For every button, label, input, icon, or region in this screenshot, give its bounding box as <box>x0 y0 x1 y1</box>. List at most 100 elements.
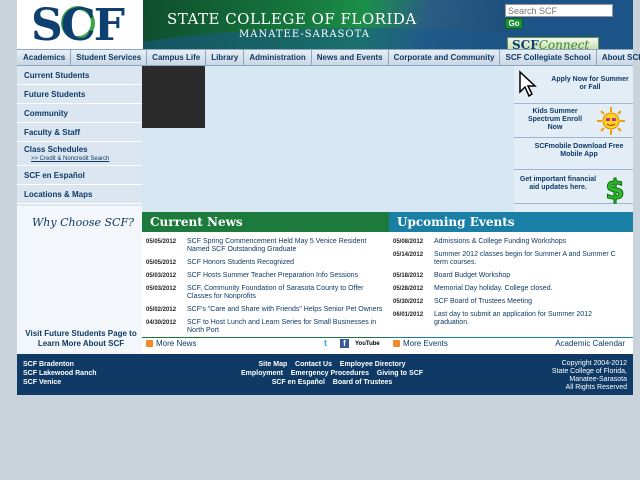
event-title[interactable]: Summer 2012 classes begin for Summer A a… <box>434 251 633 267</box>
footer-link-board-of-trustees[interactable]: Board of Trustees <box>333 379 393 386</box>
promo-column: Apply Now for Summer or Fall Kids Summer… <box>514 66 633 212</box>
event-date: 05/08/2012 <box>393 239 424 245</box>
why-choose-title: Why Choose SCF? <box>32 216 134 229</box>
nav-collegiate-school[interactable]: SCF Collegiate School <box>500 50 597 65</box>
rss-icon[interactable] <box>393 340 400 347</box>
sidebar-item-future-students[interactable]: Future Students <box>17 85 142 104</box>
news-date: 05/05/2012 <box>146 239 177 245</box>
list-item[interactable]: 05/03/2012 SCF Hosts Summer Teacher Prepa… <box>142 272 389 280</box>
list-item[interactable]: 05/03/2012 SCF, Community Foundation of S… <box>142 285 389 301</box>
copyright-line: Copyright 2004-2012 <box>561 360 627 367</box>
event-date: 05/18/2012 <box>393 273 424 279</box>
copyright-line: All Rights Reserved <box>565 384 627 391</box>
news-title[interactable]: SCF Hosts Summer Teacher Preparation Inf… <box>187 272 364 280</box>
event-date: 06/01/2012 <box>393 312 424 318</box>
search-input[interactable] <box>505 4 613 17</box>
rss-icon[interactable] <box>146 340 153 347</box>
go-button[interactable]: Go <box>505 18 523 29</box>
news-title[interactable]: SCF Honors Students Recognized <box>187 259 300 267</box>
class-schedules-label: Class Schedules <box>24 145 88 154</box>
sidebar-item-community[interactable]: Community <box>17 104 142 123</box>
page: SCF STATE COLLEGE OF FLORIDA MANATEE-SAR… <box>17 0 640 395</box>
list-item[interactable]: 05/02/2012 SCF's "Care and Share with Fri… <box>142 306 389 314</box>
footer-link-giving[interactable]: Giving to SCF <box>377 370 423 377</box>
footer-link-scf-en-espanol[interactable]: SCF en Español <box>272 379 325 386</box>
footer-links: Site Map Contact Us Employee Directory E… <box>207 360 457 387</box>
promo-apply-text: Apply Now for Summer or Fall <box>551 76 629 91</box>
list-item[interactable]: 04/30/2012 SCF to Host Lunch and Learn Se… <box>142 319 389 335</box>
news-date: 05/03/2012 <box>146 286 177 292</box>
cursor-arrow-icon <box>519 70 537 98</box>
news-title[interactable]: SCF, Community Foundation of Sarasota Co… <box>187 285 389 301</box>
list-item[interactable]: 05/30/2012 SCF Board of Trustees Meeting <box>389 298 633 306</box>
credit-search-link[interactable]: >> Credit & Noncredit Search <box>24 155 142 163</box>
nav-student-services[interactable]: Student Services <box>71 50 148 65</box>
promo-aid-text: Get important financial aid updates here… <box>519 176 597 191</box>
event-title[interactable]: Admissions & College Funding Workshops <box>434 238 572 246</box>
site-footer: SCF Bradenton SCF Lakewood Ranch SCF Ven… <box>17 354 633 395</box>
nav-news-and-events[interactable]: News and Events <box>312 50 389 65</box>
event-title[interactable]: SCF Board of Trustees Meeting <box>434 298 538 306</box>
more-events-link[interactable]: More Events <box>403 339 448 348</box>
campus-link-lakewood-ranch[interactable]: SCF Lakewood Ranch <box>23 369 97 378</box>
campus-link-venice[interactable]: SCF Venice <box>23 378 97 387</box>
campus-links: SCF Bradenton SCF Lakewood Ranch SCF Ven… <box>23 360 97 387</box>
list-item[interactable]: 05/05/2012 SCF Honors Students Recognized <box>142 259 389 267</box>
copyright: Copyright 2004-2012 State College of Flo… <box>552 360 627 392</box>
scf-logo[interactable]: SCF <box>17 0 143 51</box>
dollar-sign-icon: $ <box>605 173 625 205</box>
campus-link-bradenton[interactable]: SCF Bradenton <box>23 360 97 369</box>
event-title[interactable]: Board Budget Workshop <box>434 272 516 280</box>
footer-link-employee-directory[interactable]: Employee Directory <box>340 361 406 368</box>
promo-kids-text: Kids Summer Spectrum Enroll Now <box>527 108 583 131</box>
list-item[interactable]: 05/05/2012 SCF Spring Commencement Held M… <box>142 238 389 254</box>
footer-link-contact-us[interactable]: Contact Us <box>295 361 332 368</box>
news-footer: More News t f YouTube <box>142 337 389 350</box>
footer-link-site-map[interactable]: Site Map <box>258 361 287 368</box>
list-item[interactable]: 05/14/2012 Summer 2012 classes begin for … <box>389 251 633 267</box>
promo-financial-aid[interactable]: Get important financial aid updates here… <box>514 170 633 204</box>
list-item[interactable]: 05/28/2012 Memorial Day holiday. College … <box>389 285 633 293</box>
more-news-link[interactable]: More News <box>156 339 196 348</box>
current-news-heading: Current News <box>142 212 389 232</box>
nav-academics[interactable]: Academics <box>17 50 72 65</box>
youtube-icon[interactable]: YouTube <box>355 339 380 349</box>
event-date: 05/28/2012 <box>393 286 424 292</box>
event-date: 05/30/2012 <box>393 299 424 305</box>
promo-kids-summer[interactable]: Kids Summer Spectrum Enroll Now <box>514 104 633 138</box>
header: SCF STATE COLLEGE OF FLORIDA MANATEE-SAR… <box>17 0 633 54</box>
event-title[interactable]: Last day to submit an application for Su… <box>434 311 633 327</box>
facebook-icon[interactable]: f <box>340 339 349 348</box>
list-item[interactable]: 05/08/2012 Admissions & College Funding W… <box>389 238 633 246</box>
nav-corporate-and-community[interactable]: Corporate and Community <box>389 50 501 65</box>
news-title[interactable]: SCF to Host Lunch and Learn Series for S… <box>187 319 389 335</box>
sidebar-item-class-schedules[interactable]: Class Schedules >> Credit & Noncredit Se… <box>17 142 142 166</box>
nav-campus-life[interactable]: Campus Life <box>147 50 207 65</box>
sidebar-item-locations-maps[interactable]: Locations & Maps <box>17 185 142 204</box>
news-list: 05/05/2012 SCF Spring Commencement Held M… <box>142 238 389 340</box>
academic-calendar-link[interactable]: Academic Calendar <box>555 338 625 350</box>
sidebar-item-scf-en-espanol[interactable]: SCF en Español <box>17 166 142 185</box>
promo-scfmobile[interactable]: SCFmobile Download Free Mobile App <box>514 138 633 170</box>
footer-link-emergency-procedures[interactable]: Emergency Procedures <box>291 370 369 377</box>
footer-link-employment[interactable]: Employment <box>241 370 283 377</box>
svg-text:$: $ <box>605 173 624 204</box>
nav-administration[interactable]: Administration <box>244 50 312 65</box>
why-choose-panel: Why Choose SCF? Visit Future Students Pa… <box>17 206 142 354</box>
news-date: 05/05/2012 <box>146 260 177 266</box>
video-player[interactable] <box>142 66 205 128</box>
twitter-icon[interactable]: t <box>324 339 333 348</box>
copyright-line: State College of Florida, <box>551 368 627 375</box>
sidebar-item-current-students[interactable]: Current Students <box>17 66 142 85</box>
promo-apply-now[interactable]: Apply Now for Summer or Fall <box>514 66 633 104</box>
main-nav: Academics Student Services Campus Life L… <box>17 49 640 66</box>
nav-library[interactable]: Library <box>206 50 245 65</box>
news-title[interactable]: SCF's "Care and Share with Friends" Help… <box>187 306 388 314</box>
news-title[interactable]: SCF Spring Commencement Held May 5 Venic… <box>187 238 389 254</box>
nav-about-scf[interactable]: About SCF <box>597 50 640 65</box>
sidebar-item-faculty-staff[interactable]: Faculty & Staff <box>17 123 142 142</box>
event-title[interactable]: Memorial Day holiday. College closed. <box>434 285 559 293</box>
future-students-link[interactable]: Visit Future Students Page to Learn More… <box>25 329 137 349</box>
list-item[interactable]: 06/01/2012 Last day to submit an applicat… <box>389 311 633 327</box>
list-item[interactable]: 05/18/2012 Board Budget Workshop <box>389 272 633 280</box>
